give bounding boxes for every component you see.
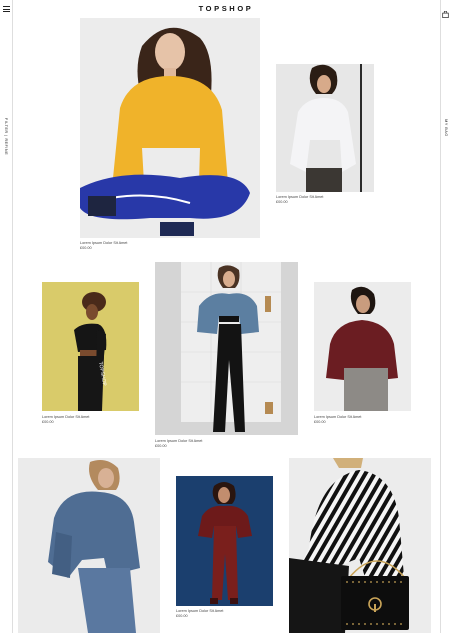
filter-refine-link[interactable]: FILTER | REFINE <box>4 118 8 155</box>
product-card-4[interactable]: Lorem Ipsum Dolor Sit Amet £00.00 <box>155 262 298 452</box>
product-price-7: £00.00 <box>176 614 188 619</box>
product-photo-7[interactable] <box>176 476 273 606</box>
my-bag-link[interactable]: MY BAG <box>444 116 448 140</box>
product-price-3: £00.00 <box>42 420 54 425</box>
product-price-4: £00.00 <box>155 444 167 449</box>
product-photo-4[interactable] <box>155 262 298 435</box>
product-photo-1[interactable] <box>80 18 260 238</box>
product-card-2[interactable]: Lorem Ipsum Dolor Sit Amet £00.00 <box>276 64 374 210</box>
product-photo-3[interactable]: TOPSHOP <box>42 282 139 411</box>
product-photo-2[interactable] <box>276 64 374 192</box>
product-price-1: £00.00 <box>80 246 92 251</box>
product-card-7[interactable]: Lorem Ipsum Dolor Sit Amet £00.00 <box>176 476 273 623</box>
shopping-bag-icon[interactable] <box>442 5 449 18</box>
product-card-8[interactable] <box>289 458 431 633</box>
product-photo-5[interactable] <box>314 282 411 411</box>
product-card-1[interactable]: Lorem Ipsum Dolor Sit Amet £00.00 <box>80 18 260 258</box>
product-price-2: £00.00 <box>276 200 288 205</box>
product-card-3[interactable]: TOPSHOP Lorem Ipsum Dolor Sit Amet £00.0… <box>42 282 139 428</box>
product-card-6[interactable] <box>18 458 160 633</box>
product-photo-8[interactable] <box>289 458 431 633</box>
product-card-5[interactable]: Lorem Ipsum Dolor Sit Amet £00.00 <box>314 282 411 428</box>
product-photo-6[interactable] <box>18 458 160 633</box>
product-price-5: £00.00 <box>314 420 326 425</box>
right-frame-line <box>440 0 441 633</box>
brand-logo[interactable]: TOPSHOP <box>0 4 452 13</box>
left-frame-line <box>12 0 13 633</box>
